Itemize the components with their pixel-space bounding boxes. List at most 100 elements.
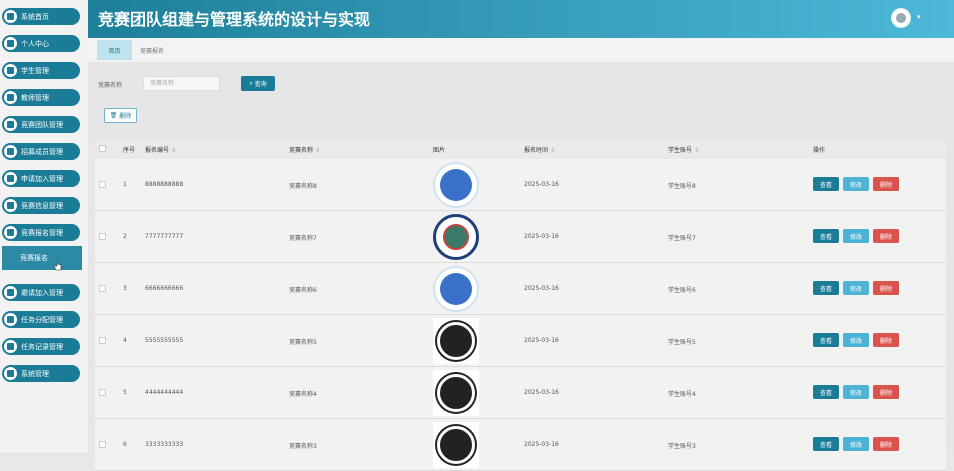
table-row: 4 5555555555 竞赛名称5 2025-03-16 学生账号5 查看 修… (95, 315, 946, 367)
row-checkbox[interactable] (99, 441, 106, 448)
delete-button[interactable]: 删除 (873, 333, 899, 347)
sidebar-item-label: 招募成员管理 (21, 147, 63, 156)
view-button[interactable]: 查看 (813, 437, 839, 451)
sidebar-item-label: 教师管理 (21, 93, 49, 102)
row-account: 学生账号6 (668, 287, 696, 294)
top-header: 竞赛团队组建与管理系统的设计与实现 ▾ (88, 0, 954, 38)
row-name: 竞赛名称4 (289, 391, 317, 398)
sidebar-item-task-records[interactable]: 任务记录管理 (2, 338, 80, 355)
search-input[interactable]: 竞赛名称 (143, 76, 220, 91)
grid-icon (4, 118, 17, 131)
delete-button[interactable]: 删除 (873, 437, 899, 451)
home-icon (4, 10, 17, 23)
competition-image (433, 370, 479, 416)
sidebar-item-home[interactable]: 系统首页 (2, 8, 80, 25)
col-time[interactable]: 报名时间 ⇕ (524, 145, 555, 154)
sidebar-subitem-registration[interactable]: 竞赛报名 (2, 246, 82, 270)
sidebar-item-recruit[interactable]: 招募成员管理 (2, 143, 80, 160)
row-time: 2025-03-16 (524, 181, 559, 188)
sidebar-item-competition-info[interactable]: 竞赛信息管理 (2, 197, 80, 214)
view-button[interactable]: 查看 (813, 333, 839, 347)
competition-image (433, 162, 479, 208)
list-icon (4, 286, 17, 299)
sidebar-item-registration[interactable]: 竞赛报名管理 (2, 224, 80, 241)
competition-image (433, 266, 479, 312)
sidebar-item-label: 申请加入管理 (21, 174, 63, 183)
view-button[interactable]: 查看 (813, 177, 839, 191)
sidebar-item-label: 个人中心 (21, 39, 49, 48)
search-label: 竞赛名称 (98, 82, 123, 89)
table-row: 3 6666666666 竞赛名称6 2025-03-16 学生账号6 查看 修… (95, 263, 946, 315)
search-button[interactable]: ⌕ 查询 (241, 76, 275, 91)
sort-icon: ⇕ (693, 147, 699, 154)
col-account[interactable]: 学生账号 ⇕ (668, 145, 699, 154)
sidebar-item-label: 竞赛信息管理 (21, 201, 63, 210)
row-name: 竞赛名称7 (289, 235, 317, 242)
edit-button[interactable]: 修改 (843, 333, 869, 347)
delete-button[interactable]: 删除 (873, 177, 899, 191)
tab-home[interactable]: 首页 (97, 40, 132, 60)
grid-icon (4, 91, 17, 104)
row-account: 学生账号7 (668, 235, 696, 242)
edit-button[interactable]: 修改 (843, 385, 869, 399)
sidebar-item-teachers[interactable]: 教师管理 (2, 89, 80, 106)
avatar[interactable] (891, 8, 911, 28)
competition-image (433, 214, 479, 260)
row-index: 3 (123, 285, 127, 292)
row-time: 2025-03-16 (524, 337, 559, 344)
view-button[interactable]: 查看 (813, 385, 839, 399)
row-checkbox[interactable] (99, 285, 106, 292)
competition-image (433, 422, 479, 468)
sidebar-item-task-assign[interactable]: 任务分配管理 (2, 311, 80, 328)
select-all-checkbox[interactable] (99, 145, 106, 152)
view-button[interactable]: 查看 (813, 229, 839, 243)
sidebar-item-invite[interactable]: 邀请加入管理 (2, 284, 80, 301)
table-header: 序号 报名编号 ⇕ 竞赛名称 ⇕ 图片 报名时间 ⇕ 学生账号 ⇕ 操作 (95, 139, 946, 159)
delete-button[interactable]: 删除 (873, 229, 899, 243)
row-name: 竞赛名称5 (289, 339, 317, 346)
sidebar-item-apply[interactable]: 申请加入管理 (2, 170, 80, 187)
row-checkbox[interactable] (99, 181, 106, 188)
edit-button[interactable]: 修改 (843, 229, 869, 243)
bulk-delete-button[interactable]: 🗑 删除 (104, 108, 137, 123)
row-code: 8888888888 (145, 181, 184, 188)
row-index: 1 (123, 181, 127, 188)
sidebar-item-label: 系统管理 (21, 369, 49, 378)
edit-button[interactable]: 修改 (843, 281, 869, 295)
sidebar-item-label: 邀请加入管理 (21, 288, 63, 297)
sidebar-item-personal-center[interactable]: 个人中心 (2, 35, 80, 52)
col-name[interactable]: 竞赛名称 ⇕ (289, 145, 320, 154)
hand-cursor-icon (54, 259, 62, 271)
sidebar-item-label: 竞赛团队管理 (21, 120, 63, 129)
row-checkbox[interactable] (99, 337, 106, 344)
delete-button[interactable]: 删除 (873, 281, 899, 295)
grid-icon (4, 145, 17, 158)
col-code[interactable]: 报名编号 ⇕ (145, 145, 176, 154)
grid-icon (4, 340, 17, 353)
tab-registration[interactable]: 竞赛报名 (134, 40, 170, 60)
search-button-label: 查询 (254, 81, 267, 88)
chevron-down-icon[interactable]: ▾ (917, 13, 921, 21)
delete-button[interactable]: 删除 (873, 385, 899, 399)
sidebar: 系统首页 个人中心 学生管理 教师管理 竞赛团队管理 招募成员管理 申请加入管理… (0, 0, 88, 453)
row-time: 2025-03-16 (524, 441, 559, 448)
sidebar-item-students[interactable]: 学生管理 (2, 62, 80, 79)
competition-image (433, 318, 479, 364)
row-checkbox[interactable] (99, 389, 106, 396)
row-code: 7777777777 (145, 233, 184, 240)
view-button[interactable]: 查看 (813, 281, 839, 295)
sort-icon: ⇕ (549, 147, 555, 154)
sidebar-item-system[interactable]: 系统管理 (2, 365, 80, 382)
row-account: 学生账号3 (668, 443, 696, 450)
row-account: 学生账号4 (668, 391, 696, 398)
delete-button-label: 删除 (119, 113, 132, 120)
rocket-icon (4, 64, 17, 77)
sidebar-item-label: 学生管理 (21, 66, 49, 75)
row-account: 学生账号8 (668, 183, 696, 190)
sidebar-item-label: 任务分配管理 (21, 315, 63, 324)
edit-button[interactable]: 修改 (843, 177, 869, 191)
edit-button[interactable]: 修改 (843, 437, 869, 451)
sidebar-item-teams[interactable]: 竞赛团队管理 (2, 116, 80, 133)
tab-bar: 首页 竞赛报名 (88, 38, 954, 62)
row-checkbox[interactable] (99, 233, 106, 240)
